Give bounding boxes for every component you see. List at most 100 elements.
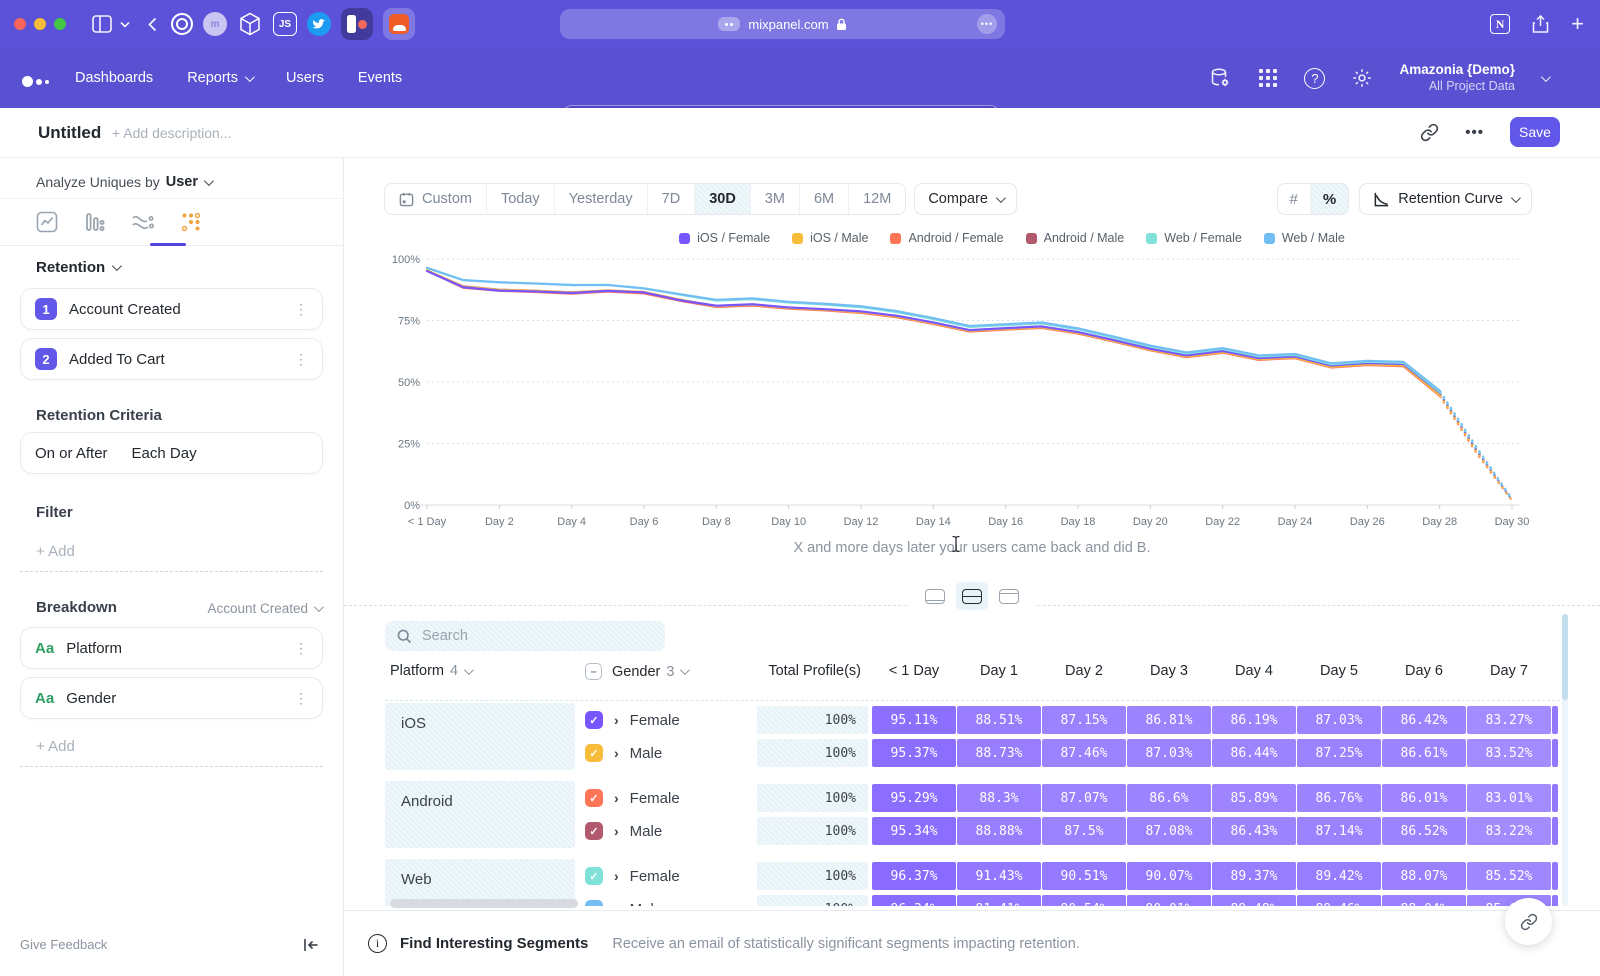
- retention-cell-day-6[interactable]: 86.01%: [1382, 784, 1466, 812]
- notion-icon[interactable]: N: [1490, 14, 1510, 34]
- retention-cell-day-4[interactable]: 86.44%: [1212, 739, 1296, 767]
- series-checkbox[interactable]: ✓: [585, 822, 603, 840]
- retention-cell-day-2[interactable]: 90.51%: [1042, 862, 1126, 890]
- window-controls[interactable]: [14, 18, 66, 30]
- soundcloud-icon[interactable]: [383, 8, 415, 40]
- retention-cell-day-3[interactable]: 86.6%: [1127, 784, 1211, 812]
- day-column-header-6[interactable]: Day 6: [1382, 663, 1466, 679]
- chevron-down-icon[interactable]: [120, 21, 130, 28]
- retention-cell-day-6[interactable]: 88.07%: [1382, 862, 1466, 890]
- data-gear-icon[interactable]: [1208, 66, 1232, 90]
- retention-cell-day-6[interactable]: 86.52%: [1382, 817, 1466, 845]
- share-link-fab[interactable]: [1505, 898, 1552, 945]
- back-icon[interactable]: [148, 17, 157, 32]
- retention-cell-day-3[interactable]: 90.07%: [1127, 862, 1211, 890]
- retention-cell-day-5[interactable]: 89.42%: [1297, 862, 1381, 890]
- zoom-window-button[interactable]: [54, 18, 66, 30]
- ellipsis-icon[interactable]: •••: [977, 14, 997, 34]
- retention-cell-day-5[interactable]: 87.25%: [1297, 739, 1381, 767]
- retention-cell-day-6[interactable]: 86.61%: [1382, 739, 1466, 767]
- analyze-entity-select[interactable]: User: [166, 174, 198, 190]
- new-tab-icon[interactable]: +: [1571, 11, 1584, 37]
- retention-cell-day-3[interactable]: 90.01%: [1127, 895, 1211, 906]
- series-checkbox[interactable]: ✓: [585, 744, 603, 762]
- breakdown-add-button[interactable]: + Add: [20, 727, 323, 767]
- retention-section-heading[interactable]: Retention: [36, 259, 119, 276]
- retention-cell-day-1[interactable]: 88.73%: [957, 739, 1041, 767]
- apps-grid-icon[interactable]: [1258, 68, 1278, 88]
- expand-chevron-icon[interactable]: ›: [614, 823, 619, 839]
- boosts-icon[interactable]: [718, 17, 740, 31]
- value-mode-number[interactable]: #: [1278, 184, 1311, 214]
- target-icon[interactable]: [171, 13, 193, 35]
- series-checkbox[interactable]: ✓: [585, 789, 603, 807]
- retention-cell-day-4[interactable]: 85.89%: [1212, 784, 1296, 812]
- layout-toggle-split[interactable]: [956, 582, 988, 610]
- date-range-yesterday[interactable]: Yesterday: [555, 184, 648, 214]
- close-window-button[interactable]: [14, 18, 26, 30]
- minimize-window-button[interactable]: [34, 18, 46, 30]
- account-switcher[interactable]: Amazonia {Demo} All Project Data: [1399, 62, 1515, 95]
- retention-cell-day-4[interactable]: 89.37%: [1212, 862, 1296, 890]
- retention-cell-day-7[interactable]: 83.22%: [1467, 817, 1551, 845]
- compare-button[interactable]: Compare: [914, 183, 1017, 215]
- report-title[interactable]: Untitled: [38, 123, 101, 143]
- retention-chart[interactable]: 100%75%50%25%0%< 1 DayDay 2Day 4Day 6Day…: [374, 250, 1594, 540]
- chart-type-select[interactable]: Retention Curve: [1359, 183, 1532, 215]
- bird-icon[interactable]: [307, 12, 331, 36]
- legend-item-ios-female[interactable]: iOS / Female: [679, 231, 770, 245]
- filter-add-button[interactable]: + Add: [20, 532, 323, 572]
- nav-item-dashboards[interactable]: Dashboards: [75, 70, 153, 86]
- retention-cell-day-1[interactable]: 91.43%: [957, 862, 1041, 890]
- nav-item-users[interactable]: Users: [286, 70, 324, 86]
- kebab-menu-icon[interactable]: ⋮: [294, 304, 308, 314]
- retention-cell-day-3[interactable]: 87.08%: [1127, 817, 1211, 845]
- series-checkbox[interactable]: ✓: [585, 711, 603, 729]
- retention-cell-day-7[interactable]: 85.52%: [1467, 862, 1551, 890]
- breakdown-scope-select[interactable]: Account Created: [207, 601, 321, 616]
- total-column-header[interactable]: Total Profile(s): [757, 663, 861, 679]
- retention-cell-day-7[interactable]: 83.27%: [1467, 706, 1551, 734]
- date-range-custom[interactable]: Custom: [385, 184, 487, 214]
- retention-cell-day-2[interactable]: 87.46%: [1042, 739, 1126, 767]
- more-actions-icon[interactable]: •••: [1465, 124, 1484, 141]
- cube-icon[interactable]: [237, 11, 263, 37]
- select-all-checkbox[interactable]: –: [585, 663, 602, 680]
- tab-funnels[interactable]: [82, 209, 108, 235]
- retention-cell-day-1[interactable]: 88.51%: [957, 706, 1041, 734]
- give-feedback-link[interactable]: Give Feedback: [20, 937, 107, 952]
- legend-item-android-female[interactable]: Android / Female: [890, 231, 1003, 245]
- retention-cell-day-0[interactable]: 95.29%: [872, 784, 956, 812]
- expand-chevron-icon[interactable]: ›: [614, 790, 619, 806]
- legend-item-web-male[interactable]: Web / Male: [1264, 231, 1345, 245]
- retention-cell-day-5[interactable]: 87.14%: [1297, 817, 1381, 845]
- avatar-m-icon[interactable]: m: [203, 12, 227, 36]
- help-icon[interactable]: ?: [1304, 68, 1325, 89]
- retention-cell-day-1[interactable]: 91.41%: [957, 895, 1041, 906]
- platform-column-header[interactable]: Platform 4: [390, 663, 471, 679]
- sidebar-icon[interactable]: [92, 15, 112, 33]
- retention-cell-day-1[interactable]: 88.3%: [957, 784, 1041, 812]
- retention-cell-day-7[interactable]: 83.01%: [1467, 784, 1551, 812]
- series-checkbox[interactable]: ✓: [585, 867, 603, 885]
- horizontal-scrollbar[interactable]: [390, 899, 578, 908]
- retention-cell-day-4[interactable]: 86.19%: [1212, 706, 1296, 734]
- day-column-header-4[interactable]: Day 4: [1212, 663, 1296, 679]
- day-column-header-3[interactable]: Day 3: [1127, 663, 1211, 679]
- expand-chevron-icon[interactable]: ›: [614, 745, 619, 761]
- layout-toggle-chart-focus[interactable]: [919, 582, 951, 610]
- nav-item-reports[interactable]: Reports: [187, 70, 252, 86]
- date-range-30d[interactable]: 30D: [695, 184, 751, 214]
- retention-step-added-to-cart[interactable]: 2Added To Cart⋮: [20, 338, 323, 380]
- kebab-menu-icon[interactable]: ⋮: [294, 643, 308, 653]
- date-range-7d[interactable]: 7D: [648, 184, 696, 214]
- retention-cell-day-3[interactable]: 86.81%: [1127, 706, 1211, 734]
- js-icon[interactable]: JS: [273, 12, 297, 36]
- date-range-12m[interactable]: 12M: [849, 184, 905, 214]
- retention-cell-day-4[interactable]: 86.43%: [1212, 817, 1296, 845]
- retention-cell-day-0[interactable]: 96.37%: [872, 862, 956, 890]
- retention-cell-day-6[interactable]: 88.04%: [1382, 895, 1466, 906]
- day-column-header-2[interactable]: Day 2: [1042, 663, 1126, 679]
- day-column-header-0[interactable]: < 1 Day: [872, 663, 956, 679]
- breakdown-gender[interactable]: AaGender⋮: [20, 677, 323, 719]
